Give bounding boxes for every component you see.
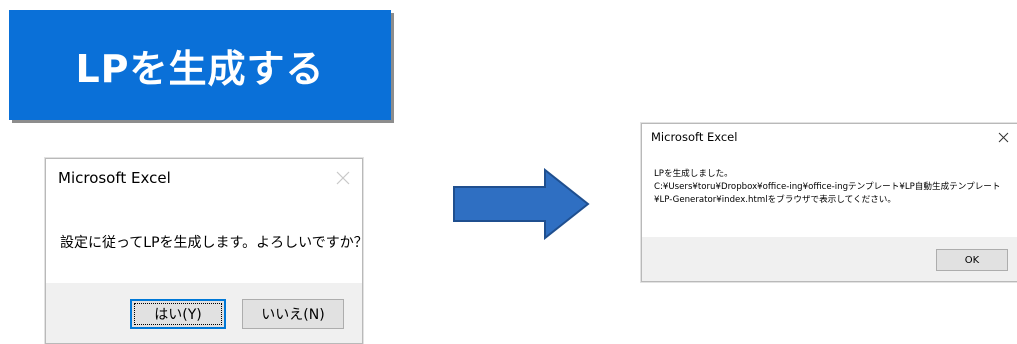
yes-button[interactable]: はい(Y) — [130, 299, 226, 329]
ok-button[interactable]: OK — [936, 249, 1008, 271]
result-message-line: LPを生成しました。 — [654, 169, 733, 179]
confirm-dialog: Microsoft Excel 設定に従ってLPを生成します。よろしいですか？ … — [45, 158, 368, 344]
no-button-label: いいえ(N) — [261, 307, 325, 323]
result-message-line: ¥LP-Generator¥index.htmlをブラウザで表示してください。 — [654, 195, 896, 205]
confirm-message: 設定に従ってLPを生成します。よろしいですか？ — [60, 235, 368, 251]
result-dialog-footer: OK — [642, 237, 1017, 281]
generate-lp-button[interactable]: LPを生成する — [9, 10, 391, 120]
no-button[interactable]: いいえ(N) — [242, 299, 344, 329]
result-message-line: C:¥Users¥toru¥Dropbox¥office-ing¥office-… — [654, 182, 1001, 192]
result-dialog-title: Microsoft Excel — [651, 130, 738, 144]
confirm-dialog-title: Microsoft Excel — [58, 169, 171, 187]
result-dialog: Microsoft Excel LPを生成しました。 C:¥Users¥toru… — [641, 123, 1017, 282]
confirm-dialog-footer: はい(Y) いいえ(N) — [46, 283, 362, 343]
generate-lp-button-label: LPを生成する — [75, 46, 325, 91]
yes-button-label: はい(Y) — [154, 307, 202, 323]
result-message: LPを生成しました。 C:¥Users¥toru¥Dropbox¥office-… — [654, 168, 1000, 207]
right-arrow-icon — [453, 168, 590, 240]
ok-button-label: OK — [964, 254, 980, 266]
close-icon[interactable] — [994, 128, 1012, 146]
close-icon[interactable] — [332, 167, 354, 189]
